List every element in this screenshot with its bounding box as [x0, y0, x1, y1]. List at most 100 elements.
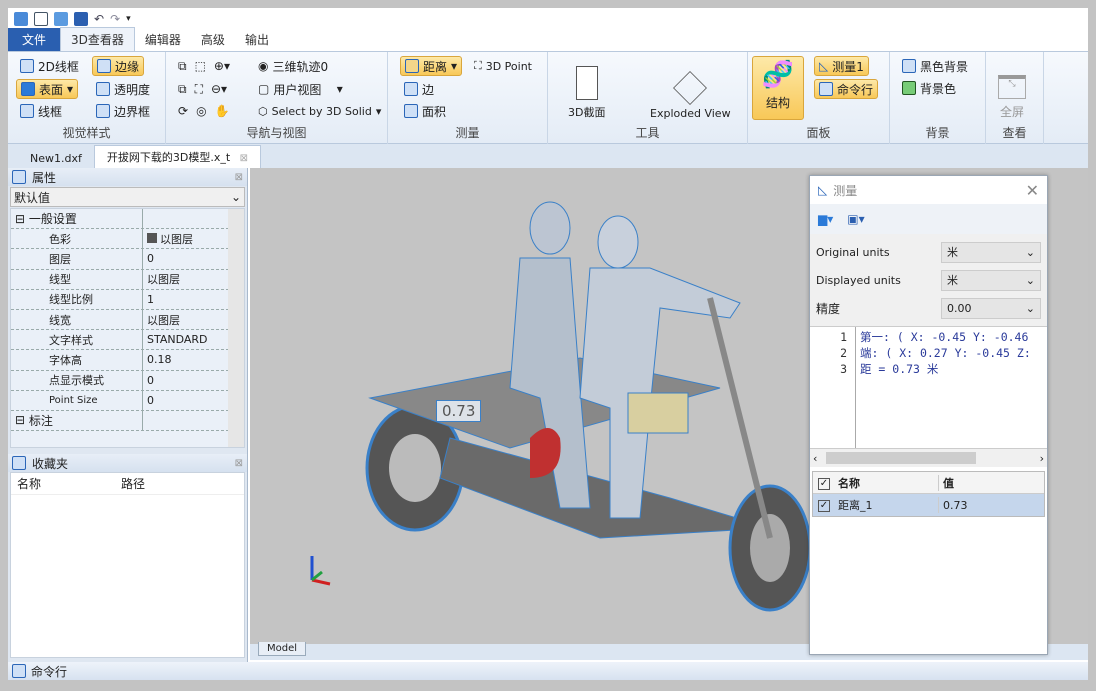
new-icon[interactable] [34, 12, 48, 26]
property-row[interactable]: 线型 以图层 [11, 269, 244, 290]
tab-file[interactable]: 文件 [8, 28, 61, 51]
group-measure: 距离 ▾ ⛶ 3D Point 边 面积 测量 [388, 52, 548, 144]
3d-orbit-button[interactable]: ◉ 三维轨迹0 [254, 56, 332, 76]
edges-button[interactable]: 边缘 [92, 56, 145, 76]
battery-box [627, 392, 689, 434]
property-row[interactable]: 点显示模式 0 [11, 370, 244, 391]
property-scrollbar[interactable] [228, 209, 244, 447]
properties-preset-dropdown[interactable]: 默认值 ⌄ [10, 187, 245, 207]
property-row[interactable]: 字体高 0.18 [11, 350, 244, 371]
column-name[interactable]: 名称 [11, 475, 121, 492]
bg-color-icon [902, 81, 916, 95]
distance-button[interactable]: 距离 ▾ [400, 56, 463, 76]
zoom-window-icon[interactable]: ⬚ [195, 59, 206, 73]
transparency-button[interactable]: 透明度 [92, 79, 154, 99]
favorites-header: 收藏夹 ⊠ [8, 454, 247, 472]
doc-tab-model[interactable]: 开拔网下载的3D模型.x_t ⊠ [93, 145, 262, 168]
bounding-box-button[interactable]: 边界框 [92, 101, 154, 121]
2d-wireframe-button[interactable]: 2D线框 [16, 56, 83, 76]
measure-panel-button[interactable]: ◺ 测量1 [814, 56, 869, 76]
wireframe-button[interactable]: 线框 [16, 101, 66, 121]
3d-section-button[interactable]: 3D截面 [562, 56, 611, 120]
solid-icon: ⬡ [258, 104, 268, 118]
3d-point-button[interactable]: ⛶ 3D Point [470, 56, 536, 76]
property-row[interactable]: 线型比例 1 [11, 289, 244, 310]
column-path[interactable]: 路径 [121, 475, 145, 492]
area-button[interactable]: 面积 [400, 101, 450, 121]
properties-icon [12, 170, 26, 184]
scroll-thumb[interactable] [826, 452, 976, 464]
horizontal-scrollbar[interactable]: ‹ › [810, 449, 1047, 467]
close-icon[interactable]: ⊠ [235, 172, 243, 183]
rotate-icon[interactable]: ⟳ [178, 104, 188, 118]
user-view-button[interactable]: ▢ 用户视图 ▾ [254, 79, 347, 99]
original-units-select[interactable]: 米 ⌄ [941, 241, 1041, 263]
layout-tab-model[interactable]: Model [258, 642, 307, 656]
tab-output[interactable]: 输出 [235, 28, 279, 51]
open-icon[interactable] [54, 12, 68, 26]
undo-icon[interactable]: ↶ [94, 12, 104, 26]
zoom-extents-icon[interactable]: ⛶ [195, 82, 203, 97]
group-navigation: ⧉ ⬚ ⊕▾ ⧉ ⛶ ⊖▾ ⟳ ◎ ✋ ◉ 三维轨迹0 ▢ 用户视图 ▾ ⬡ Select by … [166, 52, 388, 144]
property-row[interactable]: 图层 0 [11, 249, 244, 270]
hand-icon[interactable]: ✋ [215, 104, 230, 118]
measure-output[interactable]: 123 第一: ( X: -0.45 Y: -0.46 端: ( X: 0.27 … [810, 327, 1047, 449]
command-bar[interactable]: 命令行 [8, 662, 1088, 680]
select-all-checkbox[interactable]: ✓ [818, 477, 830, 490]
dialog-toolbar: ▆▾ ▣▾ [810, 204, 1047, 234]
units-form: Original units 米 ⌄ Displayed units 米 ⌄ 精度 0.0… [810, 234, 1047, 327]
section-general[interactable]: ⊟ 一般设置 [11, 209, 244, 230]
tab-advanced[interactable]: 高级 [191, 28, 235, 51]
close-icon[interactable]: ⊠ [235, 458, 243, 469]
group-label: 工具 [635, 126, 660, 140]
nav-icons-row3: ⟳ ◎ ✋ [174, 101, 234, 121]
group-tools: 3D截面 Exploded View 工具 [548, 52, 748, 144]
close-tab-icon[interactable]: ⊠ [240, 153, 248, 164]
command-line-button[interactable]: 命令行 [814, 79, 879, 99]
background-color-button[interactable]: 背景色 [898, 78, 960, 98]
save-icon[interactable] [74, 12, 88, 26]
command-icon [12, 664, 26, 678]
black-background-button[interactable]: 黑色背景 [898, 56, 972, 76]
zoom-out-icon[interactable]: ⊖▾ [211, 82, 227, 96]
structure-button[interactable]: 🧬 结构 [752, 56, 804, 120]
group-label: 查看 [1002, 126, 1027, 140]
tab-3d-viewer[interactable]: 3D查看器 [60, 27, 135, 51]
property-row[interactable]: 线宽 以图层 [11, 309, 244, 331]
surface-button[interactable]: 表面 ▾ [16, 79, 79, 99]
group-label: 背景 [925, 126, 950, 140]
close-icon[interactable]: ✕ [1026, 181, 1039, 200]
group-background: 黑色背景 背景色 背景 [890, 52, 986, 144]
property-row[interactable]: 文字样式 STANDARD [11, 330, 244, 351]
edge-measure-button[interactable]: 边 [400, 79, 438, 99]
displayed-units-select[interactable]: 米 ⌄ [941, 269, 1041, 291]
edge-icon [404, 82, 418, 96]
dna-icon: 🧬 [761, 60, 795, 90]
fullscreen-button[interactable]: ⤡ 全屏 [992, 56, 1032, 120]
zoom-realtime-icon[interactable]: ◎ [196, 104, 206, 118]
row-checkbox[interactable]: ✓ [818, 500, 830, 512]
tab-editor[interactable]: 编辑器 [135, 28, 191, 51]
dialog-title-bar[interactable]: ◺ 测量 ✕ [810, 176, 1047, 204]
wire-icon [20, 104, 34, 118]
doc-tab-new1[interactable]: New1.dxf [18, 149, 94, 168]
exploded-view-button[interactable]: Exploded View [644, 56, 737, 120]
bounding-box-icon [96, 104, 110, 118]
table-row[interactable]: ✓ 距离_1 0.73 [813, 494, 1044, 516]
scroll-right-icon[interactable]: › [1040, 452, 1044, 465]
redo-icon[interactable]: ↷ [110, 12, 120, 26]
app-icon[interactable] [14, 12, 28, 26]
rider-head [529, 201, 571, 255]
customize-icon[interactable]: ▾ [126, 14, 131, 24]
views-icon[interactable]: ⧉ [178, 82, 187, 97]
pan-icon[interactable]: ⧉ [178, 59, 187, 74]
select-by-solid-button[interactable]: ⬡ Select by 3D Solid ▾ [254, 101, 385, 121]
scroll-left-icon[interactable]: ‹ [813, 452, 817, 465]
property-row[interactable]: 色彩 以图层 [11, 229, 244, 250]
zoom-in-icon[interactable]: ⊕▾ [214, 59, 230, 73]
precision-select[interactable]: 0.00 ⌄ [941, 297, 1041, 319]
save-icon[interactable]: ▣▾ [847, 212, 864, 226]
open-icon[interactable]: ▆▾ [818, 212, 833, 226]
section-annotation[interactable]: ⊟ 标注 [11, 410, 244, 432]
property-row[interactable]: Point Size 0 [11, 390, 244, 411]
